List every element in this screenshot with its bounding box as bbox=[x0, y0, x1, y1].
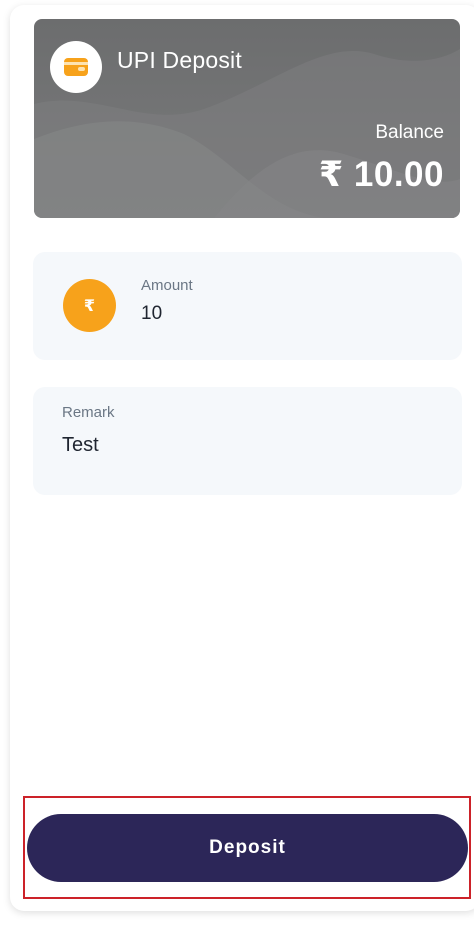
amount-input[interactable]: 10 bbox=[141, 303, 162, 325]
amount-label: Amount bbox=[141, 277, 193, 294]
remark-field[interactable]: Remark Test bbox=[33, 387, 462, 495]
balance-label: Balance bbox=[375, 122, 444, 143]
card-title: UPI Deposit bbox=[117, 47, 242, 73]
remark-input[interactable]: Test bbox=[62, 434, 99, 457]
amount-field[interactable]: ₹ Amount 10 bbox=[33, 252, 462, 360]
deposit-button[interactable]: Deposit bbox=[27, 814, 468, 882]
remark-label: Remark bbox=[62, 404, 115, 421]
balance-value: ₹ 10.00 bbox=[318, 155, 444, 194]
rupee-icon: ₹ bbox=[63, 279, 116, 332]
wallet-icon bbox=[50, 41, 102, 93]
balance-card: UPI Deposit Balance ₹ 10.00 bbox=[34, 19, 460, 218]
